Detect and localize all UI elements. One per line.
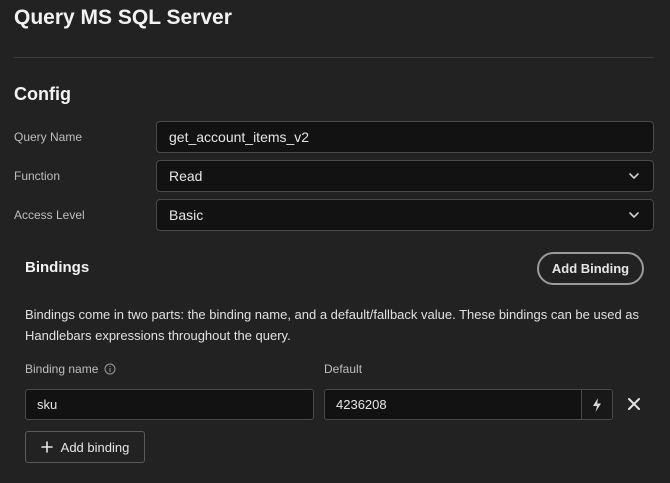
access-level-label: Access Level	[14, 208, 85, 222]
page-title: Query MS SQL Server	[14, 6, 232, 29]
remove-binding-button[interactable]	[624, 394, 644, 414]
close-icon	[628, 398, 640, 410]
info-icon[interactable]	[104, 363, 116, 375]
binding-default-input[interactable]	[324, 389, 582, 420]
bindings-section-title: Bindings	[25, 259, 90, 276]
binding-name-column-label: Binding name	[25, 362, 116, 376]
query-name-input[interactable]	[156, 121, 654, 153]
add-binding-header-button[interactable]: Add Binding	[537, 252, 644, 285]
bolt-icon	[593, 397, 601, 412]
function-select[interactable]: Read	[156, 160, 654, 192]
query-name-label: Query Name	[14, 130, 83, 144]
plus-icon	[40, 441, 53, 453]
function-label: Function	[14, 169, 61, 183]
add-binding-row-label: Add binding	[60, 439, 130, 455]
add-binding-row-button[interactable]: Add binding	[25, 431, 145, 463]
access-level-select-value: Basic	[169, 207, 204, 223]
chevron-down-icon	[629, 212, 639, 218]
function-select-value: Read	[169, 168, 203, 184]
divider	[14, 57, 654, 58]
binding-name-input[interactable]	[25, 389, 314, 420]
bindings-description: Bindings come in two parts: the binding …	[25, 307, 640, 343]
binding-name-column-text: Binding name	[25, 362, 99, 376]
default-column-label: Default	[324, 362, 363, 376]
dynamic-value-button[interactable]	[581, 389, 613, 420]
access-level-select[interactable]: Basic	[156, 199, 654, 231]
config-section-title: Config	[14, 84, 71, 104]
chevron-down-icon	[629, 173, 639, 179]
